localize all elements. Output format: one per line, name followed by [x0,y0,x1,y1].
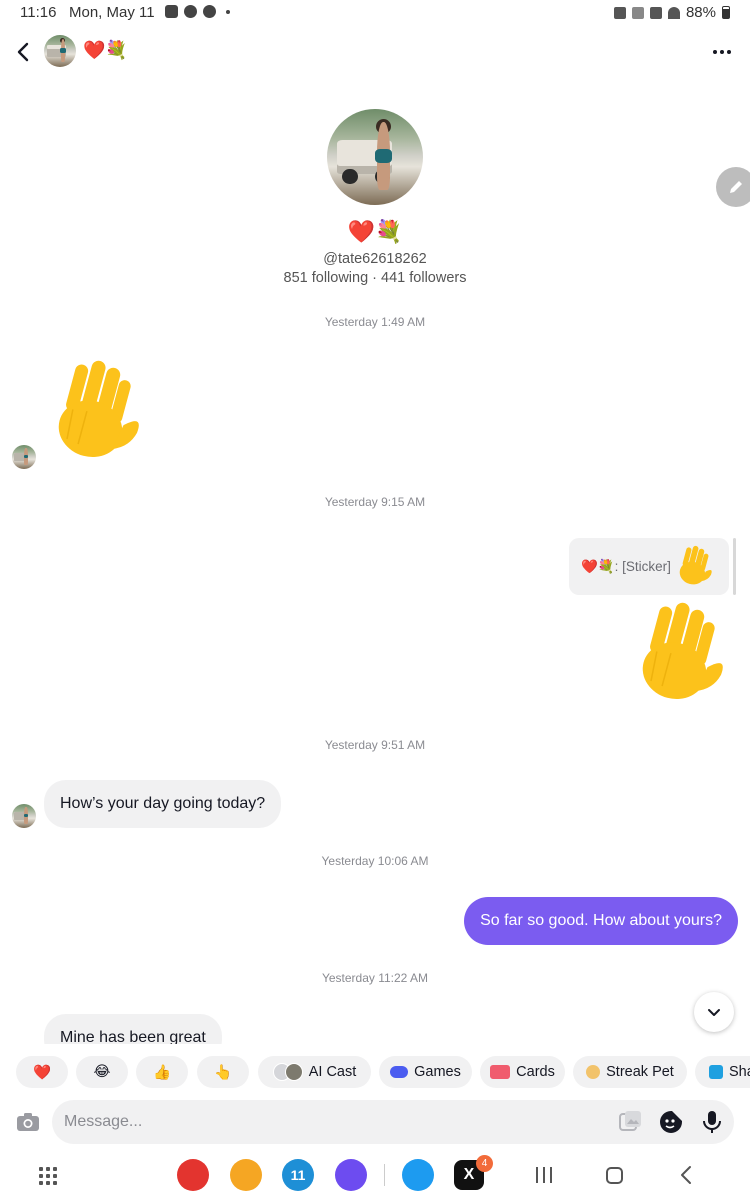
chip-cards[interactable]: Cards [480,1056,565,1088]
chevron-left-icon [17,42,29,62]
voice-button[interactable] [700,1110,724,1134]
chat-header: ❤️💐 [0,30,750,74]
camera-icon [17,1113,39,1131]
share-icon [709,1065,723,1079]
chip-share[interactable]: Sha [695,1056,750,1088]
recents-icon [536,1167,538,1183]
files-icon[interactable] [230,1159,262,1191]
sender-avatar[interactable] [12,445,36,469]
recents-button[interactable] [536,1167,554,1183]
pen-icon [631,6,644,19]
message-timestamp: Yesterday 9:15 AM [324,495,426,509]
quick-react-laugh[interactable]: 😂 [76,1056,128,1088]
more-notifications-icon [226,9,230,14]
sender-avatar[interactable] [12,804,36,828]
nav-divider [384,1164,385,1186]
flipboard-icon[interactable] [177,1159,209,1191]
quick-react-point-up[interactable]: 👆 [197,1056,249,1088]
message-timestamp: Yesterday 11:22 AM [321,971,429,985]
calendar-day: 11 [290,1167,306,1183]
header-avatar[interactable] [44,35,76,67]
back-icon [681,1166,691,1184]
back-button[interactable] [12,38,36,66]
notification-badge: 4 [476,1155,493,1172]
quick-react-thumbs-up[interactable]: 👍 [136,1056,188,1088]
status-date: Mon, May 11 [69,4,155,21]
message-timestamp: Yesterday 1:49 AM [324,315,426,329]
sticker-button[interactable] [659,1110,683,1134]
status-time: 11:16 [20,4,57,21]
mute-icon [649,6,662,19]
reply-preview-text: ❤️💐: [Sticker] [581,558,671,574]
egg-icon [586,1065,601,1079]
thumbs-up-emoji: 👍 [152,1064,172,1081]
quick-actions-bar: ❤️ 😂 👍 👆 AI Cast Games Cards Streak Pet … [0,1044,750,1100]
system-icons: 88% [613,4,730,21]
more-horizontal-icon [713,50,717,54]
header-display-name[interactable]: ❤️💐 [83,40,128,61]
chevron-down-icon [708,1009,720,1016]
outgoing-message[interactable]: So far so good. How about yours? [464,897,738,945]
alarm-icon [613,6,626,19]
calendar-icon[interactable]: 11 [282,1159,314,1191]
pencil-icon [730,181,742,193]
message-timestamp: Yesterday 10:06 AM [321,854,429,868]
gallery-notification-icon [165,5,178,18]
gallery-button[interactable] [618,1110,642,1134]
more-options-button[interactable] [710,40,734,64]
chip-label: Sha [729,1064,750,1080]
pointing-up-emoji: 👆 [213,1064,233,1081]
chip-streak-pet[interactable]: Streak Pet [573,1056,687,1088]
scroll-to-bottom-button[interactable] [694,992,734,1032]
twitter-icon[interactable] [402,1159,434,1191]
notification-icons [165,5,230,18]
microphone-icon [703,1111,721,1133]
chip-games[interactable]: Games [379,1056,472,1088]
status-bar: 11:16 Mon, May 11 88% [0,0,750,26]
waving-hand-icon [679,545,712,585]
chip-label: Streak Pet [606,1064,674,1080]
camera-button[interactable] [16,1112,40,1132]
home-button[interactable] [606,1167,623,1184]
laughing-emoji: 😂 [93,1064,111,1080]
card-icon [490,1065,511,1079]
wifi-icon [667,6,680,19]
gallery-icon [619,1111,641,1131]
edit-button[interactable] [716,167,750,207]
chip-label: Games [414,1064,461,1080]
chrome-notification-icon [184,5,197,18]
app-notification-icon [203,5,216,18]
browser-icon[interactable] [335,1159,367,1191]
battery-icon [722,6,730,19]
sticker-icon [660,1111,682,1133]
system-nav-bar: 11 X 4 [0,1148,750,1200]
chip-label: Cards [516,1064,555,1080]
profile-display-name: ❤️💐 [347,219,403,244]
heart-emoji: ❤️ [32,1064,52,1081]
battery-percent: 88% [685,4,716,21]
ai-cast-icon [272,1063,303,1081]
reply-indicator [733,538,736,595]
reply-sticker-card[interactable]: ❤️💐: [Sticker] [569,538,729,595]
gamepad-icon [390,1066,409,1078]
profile-stats: 851 following · 441 followers [283,270,467,286]
chip-label: AI Cast [308,1064,357,1080]
profile-avatar[interactable] [327,109,423,205]
message-timestamp: Yesterday 9:51 AM [324,738,426,752]
composer [0,1100,750,1146]
quick-react-heart[interactable]: ❤️ [16,1056,68,1088]
chip-ai-cast[interactable]: AI Cast [258,1056,371,1088]
app-drawer-button[interactable] [39,1167,57,1185]
profile-handle[interactable]: @tate62618262 [0,251,750,267]
incoming-message[interactable]: How’s your day going today? [44,780,282,828]
waving-hand-sticker[interactable] [626,598,736,708]
waving-hand-sticker[interactable] [42,356,152,466]
nav-back-button[interactable] [678,1164,694,1186]
